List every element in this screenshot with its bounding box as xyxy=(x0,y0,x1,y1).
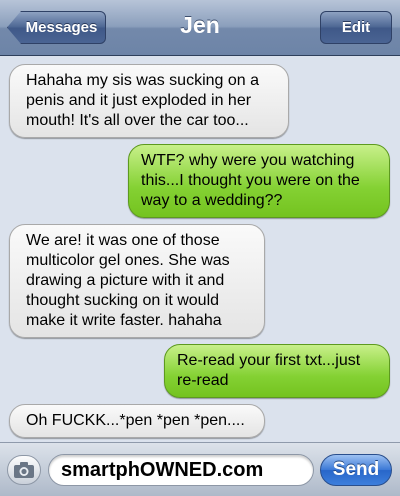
message-input[interactable]: smartphOWNED.com xyxy=(48,454,314,486)
edit-button[interactable]: Edit xyxy=(320,11,392,44)
camera-button[interactable] xyxy=(7,455,41,485)
outgoing-message-bubble: WTF? why were you watching this...I thou… xyxy=(128,144,390,218)
outgoing-message-bubble: Re-read your first txt...just re-read xyxy=(164,344,390,398)
message-composer: smartphOWNED.com Send xyxy=(0,442,400,496)
incoming-message-bubble: Oh FUCKK...*pen *pen *pen.... xyxy=(9,404,265,438)
send-button[interactable]: Send xyxy=(320,454,392,486)
camera-icon xyxy=(14,462,34,478)
nav-bar: Messages Jen Edit xyxy=(0,0,400,56)
message-thread[interactable]: Hahaha my sis was sucking on a penis and… xyxy=(0,56,400,442)
incoming-message-bubble: Hahaha my sis was sucking on a penis and… xyxy=(9,64,289,138)
incoming-message-bubble: We are! it was one of those multicolor g… xyxy=(9,224,265,338)
